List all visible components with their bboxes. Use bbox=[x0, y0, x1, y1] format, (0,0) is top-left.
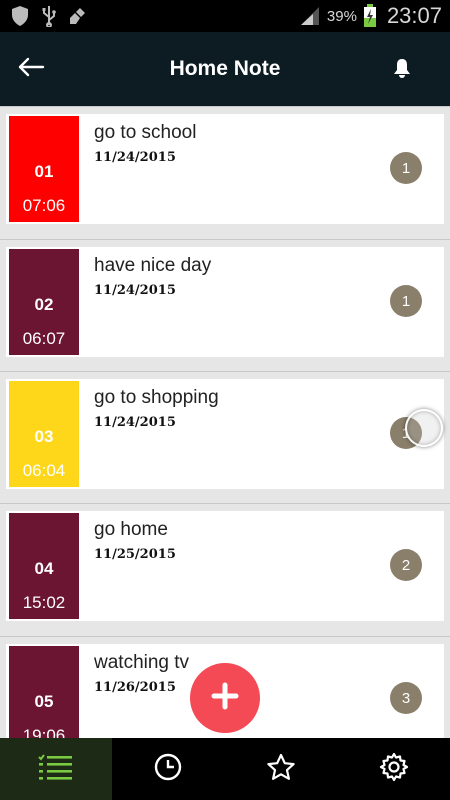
note-card[interactable]: 02 06:07 have nice day 11/24/2015 1 bbox=[6, 247, 444, 357]
note-time: 07:06 bbox=[22, 196, 66, 215]
note-time: 19:06 bbox=[22, 726, 66, 738]
notification-button[interactable] bbox=[388, 56, 416, 84]
note-time: 15:02 bbox=[22, 593, 66, 612]
note-title: go to school bbox=[94, 122, 197, 143]
bell-icon bbox=[392, 57, 412, 84]
page-title: Home Note bbox=[169, 57, 281, 80]
note-index: 03 bbox=[34, 427, 54, 446]
note-date: 11/24/2015 bbox=[94, 150, 176, 165]
note-color-block: 01 07:06 bbox=[9, 116, 79, 222]
note-color-block: 05 19:06 bbox=[9, 646, 79, 738]
note-title: watching tv bbox=[94, 652, 190, 673]
list-item: 04 15:02 go home 11/25/2015 2 bbox=[0, 503, 450, 635]
note-index: 05 bbox=[34, 692, 54, 711]
note-list[interactable]: 01 07:06 go to school 11/24/2015 1 02 06… bbox=[0, 106, 450, 738]
count-badge: 2 bbox=[390, 549, 422, 581]
signal-icon bbox=[299, 6, 321, 26]
tab-settings[interactable] bbox=[338, 738, 450, 800]
bottom-nav bbox=[0, 738, 450, 800]
app-bar: Home Note bbox=[0, 32, 450, 106]
clock-icon bbox=[154, 753, 182, 786]
count-badge: 3 bbox=[390, 682, 422, 714]
touch-indicator bbox=[405, 409, 443, 447]
star-icon bbox=[266, 753, 296, 786]
back-button[interactable] bbox=[14, 52, 48, 86]
list-item: 03 06:04 go to shopping 11/24/2015 1 bbox=[0, 371, 450, 503]
battery-percent: 39% bbox=[326, 7, 357, 25]
cleaner-icon bbox=[68, 6, 88, 26]
plus-icon bbox=[211, 682, 239, 715]
note-card[interactable]: 01 07:06 go to school 11/24/2015 1 bbox=[6, 114, 444, 224]
add-note-button[interactable] bbox=[190, 663, 260, 733]
battery-charging-icon bbox=[363, 4, 377, 28]
note-color-block: 04 15:02 bbox=[9, 513, 79, 619]
note-card[interactable]: 03 06:04 go to shopping 11/24/2015 1 bbox=[6, 379, 444, 489]
tab-favorites[interactable] bbox=[225, 738, 337, 800]
note-title: go home bbox=[94, 519, 168, 540]
usb-icon bbox=[42, 5, 56, 27]
note-date: 11/24/2015 bbox=[94, 283, 176, 298]
arrow-left-icon bbox=[17, 57, 45, 82]
count-badge: 1 bbox=[390, 152, 422, 184]
count-badge: 1 bbox=[390, 285, 422, 317]
note-color-block: 02 06:07 bbox=[9, 249, 79, 355]
list-item: 02 06:07 have nice day 11/24/2015 1 bbox=[0, 239, 450, 371]
list-item: 01 07:06 go to school 11/24/2015 1 bbox=[0, 106, 450, 238]
note-index: 04 bbox=[34, 559, 54, 578]
note-index: 01 bbox=[34, 162, 54, 181]
tab-notes[interactable] bbox=[0, 738, 112, 800]
list-icon bbox=[38, 753, 74, 786]
note-color-block: 03 06:04 bbox=[9, 381, 79, 487]
note-title: have nice day bbox=[94, 255, 212, 276]
note-date: 11/24/2015 bbox=[94, 415, 176, 430]
tab-history[interactable] bbox=[112, 738, 224, 800]
note-title: go to shopping bbox=[94, 387, 219, 408]
status-bar: 39% 23:07 bbox=[0, 0, 450, 32]
gear-icon bbox=[379, 752, 409, 787]
status-clock: 23:07 bbox=[386, 3, 442, 28]
note-date: 11/25/2015 bbox=[94, 547, 176, 562]
note-date: 11/26/2015 bbox=[94, 680, 176, 695]
shield-icon bbox=[10, 5, 30, 27]
note-index: 02 bbox=[34, 295, 54, 314]
note-time: 06:07 bbox=[22, 329, 66, 348]
note-card[interactable]: 04 15:02 go home 11/25/2015 2 bbox=[6, 511, 444, 621]
note-time: 06:04 bbox=[22, 461, 66, 480]
